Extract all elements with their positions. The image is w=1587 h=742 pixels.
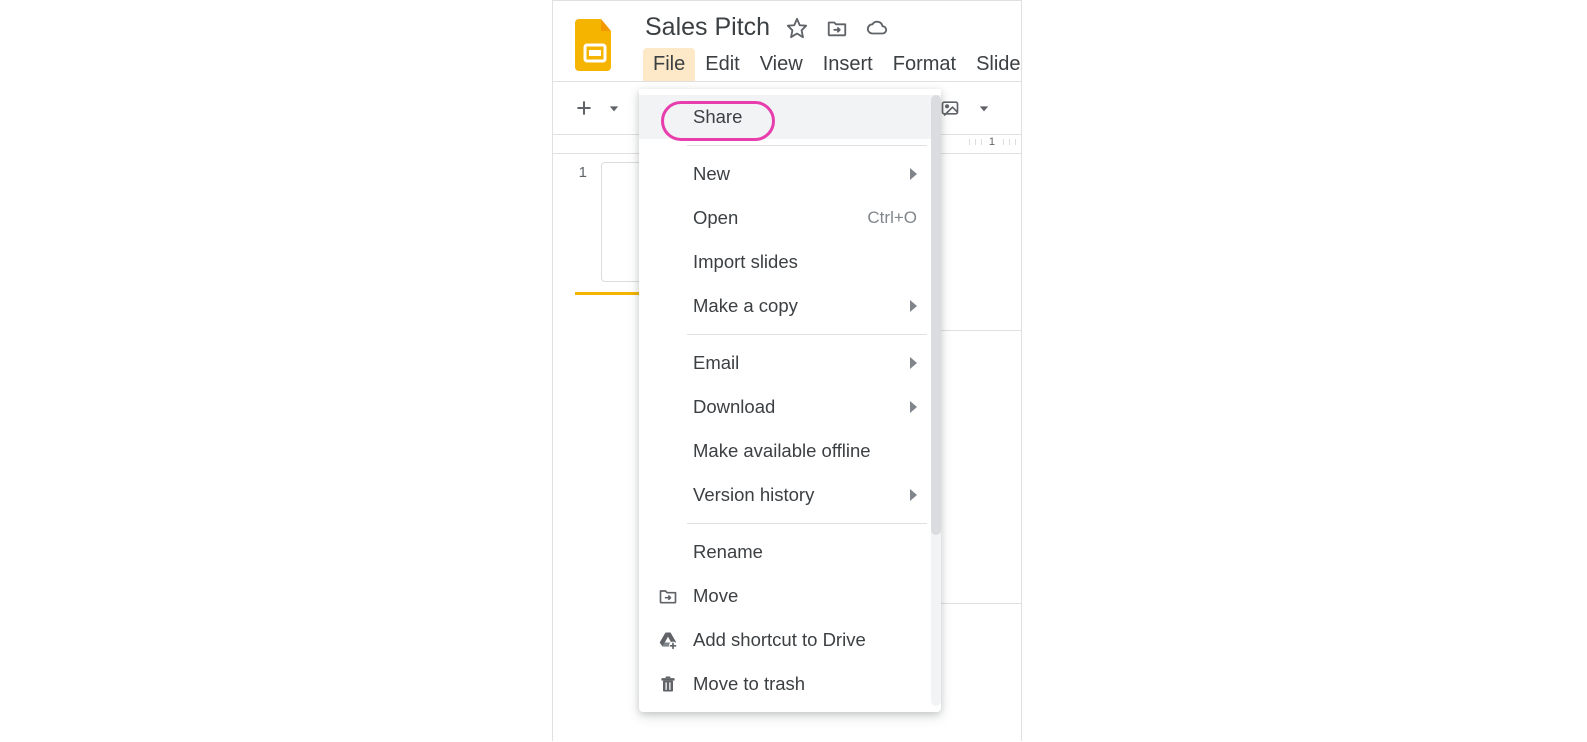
- dropdown-scrollbar-thumb[interactable]: [931, 95, 941, 535]
- blank-icon: [657, 440, 679, 462]
- menubar-item-format[interactable]: Format: [883, 48, 966, 82]
- submenu-arrow-icon: [910, 300, 917, 312]
- menu-item-label: Make a copy: [693, 295, 910, 317]
- submenu-arrow-icon: [910, 168, 917, 180]
- menu-item-label: Import slides: [693, 251, 917, 273]
- insert-image-dropdown[interactable]: [967, 91, 1001, 125]
- menu-item-label: Rename: [693, 541, 917, 563]
- menu-item-make-a-copy[interactable]: Make a copy: [639, 284, 941, 328]
- menubar-item-view[interactable]: View: [750, 48, 813, 82]
- menu-separator: [687, 334, 927, 335]
- blank-icon: [657, 484, 679, 506]
- menubar-item-slide[interactable]: Slide: [966, 48, 1030, 82]
- blank-icon: [657, 207, 679, 229]
- menu-item-label: Add shortcut to Drive: [693, 629, 917, 651]
- move-icon: [657, 585, 679, 607]
- menu-item-move[interactable]: Move: [639, 574, 941, 618]
- move-to-folder-icon[interactable]: [824, 15, 850, 41]
- menu-item-label: Download: [693, 396, 910, 418]
- blank-icon: [657, 541, 679, 563]
- menu-item-open[interactable]: Open Ctrl+O: [639, 196, 941, 240]
- slide-number: 1: [575, 164, 587, 181]
- menu-item-label: Move to trash: [693, 673, 917, 695]
- menu-item-label: Share: [693, 106, 917, 128]
- menubar: File Edit View Insert Format Slide: [643, 48, 1031, 82]
- slides-app-icon: [575, 19, 615, 71]
- titlebar: Sales Pitch: [553, 1, 1021, 81]
- menubar-item-file[interactable]: File: [643, 48, 695, 82]
- menu-item-email[interactable]: Email: [639, 341, 941, 385]
- blank-icon: [657, 295, 679, 317]
- document-title[interactable]: Sales Pitch: [645, 13, 770, 42]
- menu-item-share[interactable]: Share: [639, 95, 941, 139]
- trash-icon: [657, 673, 679, 695]
- star-icon[interactable]: [784, 15, 810, 41]
- submenu-arrow-icon: [910, 489, 917, 501]
- submenu-arrow-icon: [910, 401, 917, 413]
- blank-icon: [657, 106, 679, 128]
- menu-item-make-available-offline[interactable]: Make available offline: [639, 429, 941, 473]
- menu-item-label: Open: [693, 207, 867, 229]
- menubar-item-edit[interactable]: Edit: [695, 48, 749, 82]
- blank-icon: [657, 352, 679, 374]
- menu-item-rename[interactable]: Rename: [639, 530, 941, 574]
- cloud-status-icon[interactable]: [864, 15, 890, 41]
- menu-item-download[interactable]: Download: [639, 385, 941, 429]
- menu-item-new[interactable]: New: [639, 152, 941, 196]
- blank-icon: [657, 163, 679, 185]
- menu-item-move-to-trash[interactable]: Move to trash: [639, 662, 941, 706]
- menu-item-add-shortcut-to-drive[interactable]: Add shortcut to Drive: [639, 618, 941, 662]
- menu-item-label: Version history: [693, 484, 910, 506]
- menu-item-label: Email: [693, 352, 910, 374]
- blank-icon: [657, 396, 679, 418]
- menu-item-shortcut: Ctrl+O: [867, 208, 917, 228]
- menu-item-label: New: [693, 163, 910, 185]
- new-slide-dropdown[interactable]: [597, 91, 631, 125]
- new-slide-button[interactable]: [567, 91, 601, 125]
- menubar-item-insert[interactable]: Insert: [813, 48, 883, 82]
- menu-separator: [687, 523, 927, 524]
- dropdown-scrollbar[interactable]: [931, 95, 941, 706]
- blank-icon: [657, 251, 679, 273]
- menu-item-label: Move: [693, 585, 917, 607]
- submenu-arrow-icon: [910, 357, 917, 369]
- menu-item-version-history[interactable]: Version history: [639, 473, 941, 517]
- file-menu-dropdown: Share New Open Ctrl+O Import slides Make…: [639, 89, 941, 712]
- menu-separator: [687, 145, 927, 146]
- drive-icon: [657, 629, 679, 651]
- menu-item-label: Make available offline: [693, 440, 917, 462]
- app-frame: Sales Pitch: [552, 0, 1022, 741]
- menu-item-import-slides[interactable]: Import slides: [639, 240, 941, 284]
